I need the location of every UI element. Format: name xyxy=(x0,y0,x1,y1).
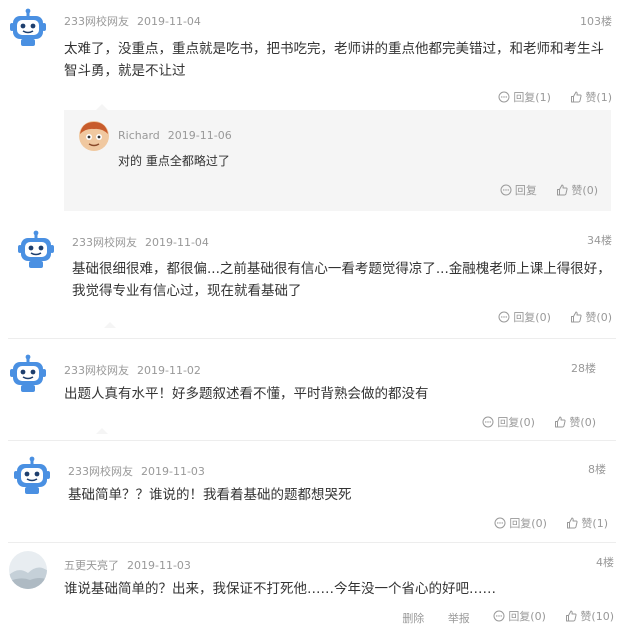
robot-avatar-icon[interactable] xyxy=(12,456,52,496)
speech-bubble-icon xyxy=(498,91,510,103)
reply-box: Richard 2019-11-06 对的 重点全都略过了 回复 赞(0) xyxy=(64,110,611,211)
floor-number: 8楼 xyxy=(588,463,606,476)
speech-bubble-icon xyxy=(493,610,505,622)
comment-actions: 回复(0) 赞(0) xyxy=(498,309,612,326)
comment-actions: 回复(1) 赞(1) xyxy=(498,89,612,106)
username[interactable]: 233网校网友 xyxy=(64,15,129,28)
comment-item: 233网校网友 2019-11-02 28楼 出题人真有水平！好多题叙述看不懂，平… xyxy=(0,348,624,438)
like-button[interactable]: 赞(1) xyxy=(570,89,612,105)
divider xyxy=(8,440,616,441)
comment-date: 2019-11-04 xyxy=(145,236,209,249)
comment-meta: 233网校网友 2019-11-04 xyxy=(72,234,209,250)
floor-number: 4楼 xyxy=(596,556,614,569)
divider xyxy=(8,542,616,543)
comment-date: 2019-11-03 xyxy=(127,559,191,572)
divider xyxy=(8,338,616,339)
speech-bubble-icon xyxy=(498,311,510,323)
robot-avatar-icon[interactable] xyxy=(8,354,48,394)
username[interactable]: 五更天亮了 xyxy=(64,559,119,572)
comment-actions: 删除 举报 回复(0) 赞(10) xyxy=(402,608,614,626)
username[interactable]: 233网校网友 xyxy=(72,236,137,249)
thumbs-up-icon xyxy=(565,610,577,622)
landscape-avatar[interactable] xyxy=(8,550,48,590)
reply-box-caret xyxy=(104,322,116,328)
username[interactable]: 233网校网友 xyxy=(68,465,133,478)
comment-item: 233网校网友 2019-11-04 103楼 太难了，没重点，重点就是吃书，把书… xyxy=(0,0,624,212)
reply-actions: 回复 赞(0) xyxy=(500,182,598,199)
speech-bubble-icon xyxy=(500,184,512,196)
robot-avatar-icon[interactable] xyxy=(16,230,56,270)
floor-number: 34楼 xyxy=(587,234,612,247)
comment-meta: 233网校网友 2019-11-02 xyxy=(64,362,201,378)
like-button[interactable]: 赞(1) xyxy=(566,515,608,531)
reply-button[interactable]: 回复(1) xyxy=(498,89,551,105)
comment-item: 233网校网友 2019-11-04 34楼 基础很细很难，都很偏...之前基础很… xyxy=(0,220,624,338)
comment-date: 2019-11-03 xyxy=(141,465,205,478)
reply-button[interactable]: 回复(0) xyxy=(493,608,546,624)
floor-number: 28楼 xyxy=(571,362,596,375)
thumbs-up-icon xyxy=(570,311,582,323)
floor-number: 103楼 xyxy=(580,15,612,28)
comment-item: 233网校网友 2019-11-03 8楼 基础简单？？谁说的！我看着基础的题都想… xyxy=(0,448,624,540)
comment-actions: 回复(0) 赞(0) xyxy=(482,414,596,431)
comment-date: 2019-11-04 xyxy=(137,15,201,28)
comment-text: 基础简单？？谁说的！我看着基础的题都想哭死 xyxy=(68,487,352,503)
reply-username[interactable]: Richard xyxy=(118,129,160,142)
cartoon-face-avatar[interactable] xyxy=(78,120,110,152)
reply-date: 2019-11-06 xyxy=(167,129,232,142)
like-button[interactable]: 赞(0) xyxy=(556,182,598,198)
reply-button[interactable]: 回复(0) xyxy=(494,515,547,531)
comment-meta: 233网校网友 2019-11-03 xyxy=(68,463,205,479)
username[interactable]: 233网校网友 xyxy=(64,364,129,377)
comment-date: 2019-11-02 xyxy=(137,364,201,377)
report-button[interactable]: 举报 xyxy=(448,610,470,626)
speech-bubble-icon xyxy=(494,517,506,529)
comment-item: 五更天亮了 2019-11-03 4楼 谁说基础简单的？出来，我保证不打死他……今… xyxy=(0,544,624,626)
thumbs-up-icon xyxy=(566,517,578,529)
thumbs-up-icon xyxy=(570,91,582,103)
thumbs-up-icon xyxy=(556,184,568,196)
like-button[interactable]: 赞(0) xyxy=(570,309,612,325)
speech-bubble-icon xyxy=(482,416,494,428)
reply-box-caret xyxy=(96,428,108,434)
reply-button[interactable]: 回复(0) xyxy=(498,309,551,325)
thumbs-up-icon xyxy=(554,416,566,428)
comment-text: 太难了，没重点，重点就是吃书，把书吃完，老师讲的重点他都完美错过，和老师和考生斗… xyxy=(64,41,604,79)
reply-meta: Richard 2019-11-06 xyxy=(118,129,232,142)
like-button[interactable]: 赞(0) xyxy=(554,414,596,430)
reply-button[interactable]: 回复 xyxy=(500,182,537,198)
robot-avatar-icon[interactable] xyxy=(8,8,48,48)
comment-meta: 五更天亮了 2019-11-03 xyxy=(64,557,191,573)
comment-actions: 回复(0) 赞(1) xyxy=(494,515,608,532)
reply-button[interactable]: 回复(0) xyxy=(482,414,535,430)
like-button[interactable]: 赞(10) xyxy=(565,608,614,624)
reply-text: 对的 重点全都略过了 xyxy=(118,154,230,168)
comment-text: 谁说基础简单的？出来，我保证不打死他……今年没一个省心的好吧…… xyxy=(64,581,496,597)
comment-text: 基础很细很难，都很偏...之前基础很有信心一看考题觉得凉了...金融槐老师上课上… xyxy=(72,261,611,299)
comment-text: 出题人真有水平！好多题叙述看不懂，平时背熟会做的都没有 xyxy=(64,386,429,402)
delete-button[interactable]: 删除 xyxy=(402,610,424,626)
comment-meta: 233网校网友 2019-11-04 xyxy=(64,13,201,29)
